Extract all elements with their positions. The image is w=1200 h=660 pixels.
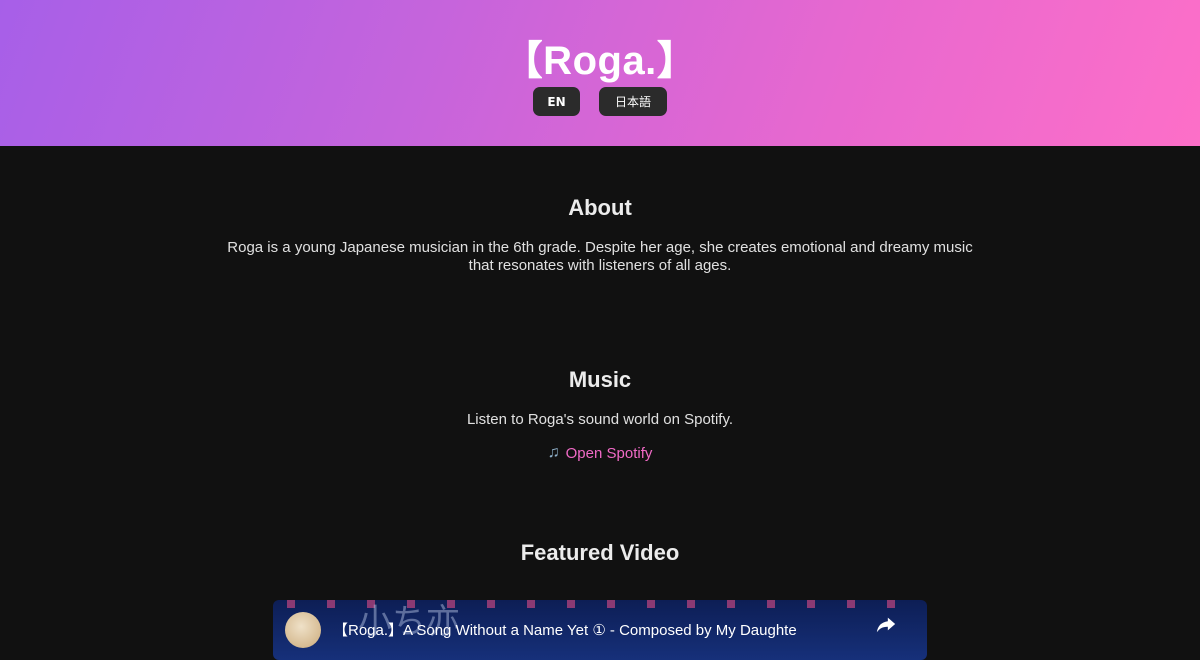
lang-en-button[interactable]: EN — [533, 87, 580, 116]
music-heading: Music — [568, 367, 632, 392]
share-icon[interactable] — [875, 613, 897, 635]
about-text: Roga is a young Japanese musician in the… — [227, 239, 973, 274]
featured-video-section: Featured Video — [0, 540, 1200, 566]
lang-ja-button[interactable]: 日本語 — [599, 87, 667, 116]
music-text: Listen to Roga's sound world on Spotify. — [466, 411, 734, 428]
open-spotify-link[interactable]: ♫ Open Spotify — [548, 444, 653, 462]
video-player[interactable]: 小ち亦 【Roga.】A Song Without a Name Yet ① -… — [273, 600, 927, 660]
open-spotify-label: Open Spotify — [565, 444, 653, 462]
language-switcher: EN 日本語 — [0, 87, 1200, 116]
channel-avatar[interactable] — [285, 612, 321, 648]
music-note-icon: ♫ — [547, 444, 560, 461]
about-heading: About — [568, 195, 632, 220]
featured-video-heading: Featured Video — [520, 540, 680, 565]
music-section: Music Listen to Roga's sound world on Sp… — [0, 367, 1200, 462]
site-title: 【Roga.】 — [502, 39, 698, 83]
site-header: 【Roga.】 EN 日本語 — [0, 0, 1200, 146]
about-section: About Roga is a young Japanese musician … — [0, 195, 1200, 275]
